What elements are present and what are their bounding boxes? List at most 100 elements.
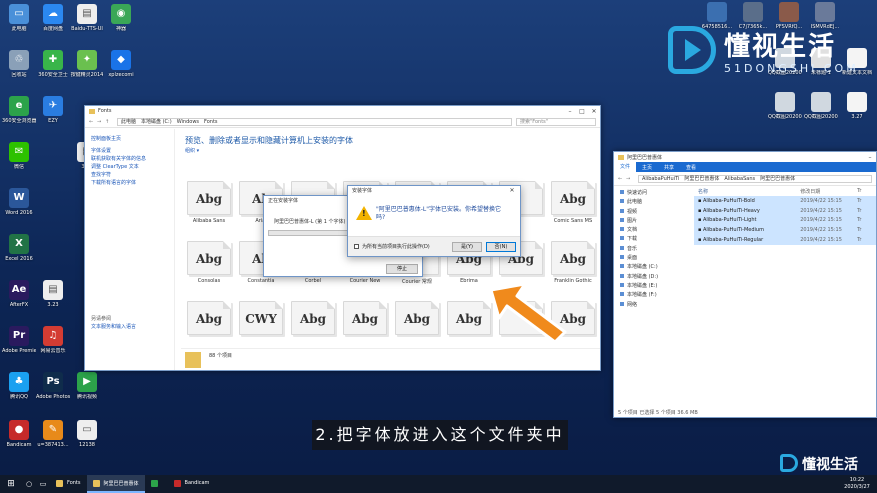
font-tile[interactable]: Abg (185, 301, 233, 338)
desktop-icon[interactable]: ◆ xplzecomi (104, 50, 138, 90)
sidebar-link[interactable]: 文本服务和输入语言 (91, 323, 174, 331)
desktop-icon[interactable]: Pr Adobe Premiere (2, 326, 36, 366)
nav-item[interactable]: 快速访问 (620, 189, 692, 198)
desktop-icon[interactable]: ✎ u=387413... (36, 420, 70, 460)
stop-button[interactable]: 停止 (386, 264, 418, 274)
tab-view[interactable]: 查看 (680, 164, 702, 171)
column-type[interactable]: Tr (857, 188, 876, 194)
taskbar-item[interactable] (145, 475, 168, 493)
breadcrumb-item[interactable]: 此电脑 (121, 118, 136, 125)
taskbar-item[interactable]: 阿里巴巴普惠体 (86, 475, 145, 493)
desktop-icon[interactable]: ♫ 网易云音乐 (36, 326, 70, 366)
nav-item[interactable]: 本地磁盘 (D:) (620, 273, 692, 282)
nav-item[interactable]: 此电脑 (620, 198, 692, 207)
desktop-icon[interactable]: ▤ 3.23 (36, 280, 70, 320)
sidebar-link[interactable]: 下载所有语言的字体 (91, 179, 174, 187)
nav-item[interactable]: 视频 (620, 208, 692, 217)
font-tile[interactable]: Abg Franklin Gothic (549, 241, 597, 284)
desktop-icon[interactable]: W Word 2016 (2, 188, 36, 228)
search-icon[interactable]: ○ (22, 480, 36, 488)
desktop-icon[interactable]: ♣ 腾讯QQ (2, 372, 36, 412)
task-view-icon[interactable]: ▭ (36, 480, 50, 488)
windows-start-icon[interactable]: ⊞ (0, 479, 22, 489)
desktop-icon[interactable]: ✈ EZY (36, 96, 70, 136)
sidebar-link[interactable]: 字体设置 (91, 147, 174, 155)
tab-home[interactable]: 主页 (636, 164, 658, 171)
desktop-icon[interactable]: ✦ 按键精灵2014 (70, 50, 104, 90)
desktop-icon[interactable]: QQ截图20200327... (804, 92, 838, 132)
table-row[interactable]: ▪ Alibaba-PuHuiTi-Medium 2019/4/22 15:15 T… (694, 225, 876, 236)
explorer-window[interactable]: 阿里巴巴普惠体 – 文件 主页 共享 查看 ← → AlibabaPuHuiTi… (613, 151, 877, 418)
desktop-icon[interactable]: ✚ 360安全卫士 (36, 50, 70, 90)
nav-item[interactable]: 本地磁盘 (F:) (620, 291, 692, 300)
maximize-button[interactable]: □ (576, 108, 588, 115)
back-arrow-icon[interactable]: ← (89, 119, 97, 125)
desktop-icon[interactable]: ♲ 回收站 (2, 50, 36, 90)
breadcrumb-item[interactable]: Fonts (204, 119, 218, 125)
search-input[interactable]: 搜索"Fonts" (516, 117, 596, 126)
desktop-icon[interactable]: ▭ 此电脑 (2, 4, 36, 44)
column-date[interactable]: 修改日期 (800, 188, 857, 195)
desktop-icon[interactable]: X Excel 2016 (2, 234, 36, 274)
sidebar-link[interactable]: 查找字符 (91, 171, 174, 179)
organize-menu[interactable]: 组织 ▾ (181, 147, 600, 157)
yes-button[interactable]: 是(Y) (452, 242, 482, 252)
taskbar-item[interactable]: Fonts (50, 475, 87, 493)
tab-file[interactable]: 文件 (614, 162, 637, 172)
up-arrow-icon[interactable]: ↑ (105, 119, 113, 125)
minimize-button[interactable]: – (864, 154, 876, 161)
font-tile[interactable]: CWY (237, 301, 285, 338)
nav-item[interactable]: 下载 (620, 235, 692, 244)
breadcrumb-item[interactable]: 阿里巴巴普惠体 (684, 175, 719, 182)
desktop-icon[interactable]: QQ截图20200327... (768, 92, 802, 132)
address-bar[interactable]: AlibabaPuHuiTi 阿里巴巴普惠体 AlibabaSans 阿里巴巴普… (638, 174, 872, 183)
fonts-titlebar[interactable]: Fonts – □ ✕ (85, 106, 600, 116)
font-tile[interactable]: Abg Alibaba Sans (185, 181, 233, 224)
nav-item[interactable]: 文档 (620, 226, 692, 235)
minimize-button[interactable]: – (564, 108, 576, 115)
font-tile[interactable]: Abg Comic Sans MS (549, 181, 597, 224)
desktop-icon[interactable]: ☁ 百度网盘 (36, 4, 70, 44)
font-tile[interactable]: Abg (393, 301, 441, 338)
font-tile[interactable]: Abg (341, 301, 389, 338)
sidebar-link[interactable]: 控制面板主页 (91, 135, 174, 143)
nav-item[interactable]: 本地磁盘 (E:) (620, 282, 692, 291)
no-button[interactable]: 否(N) (486, 242, 516, 252)
desktop-icon[interactable]: ● Bandicam (2, 420, 36, 460)
table-row[interactable]: ▪ Alibaba-PuHuiTi-Light 2019/4/22 15:15 Tr (694, 215, 876, 226)
address-bar[interactable]: 此电脑 本地磁盘 (C:) Windows Fonts (117, 117, 512, 126)
back-arrow-icon[interactable]: ← (618, 176, 626, 182)
nav-item[interactable]: 图片 (620, 217, 692, 226)
forward-arrow-icon[interactable]: → (626, 176, 634, 182)
nav-item[interactable]: 网络 (620, 301, 692, 310)
install-font-dialog[interactable]: 安装字体 ✕ "阿里巴巴普惠体-L"字体已安装。你希望替换它吗? 为所有当前项目… (347, 185, 521, 257)
desktop-icon[interactable]: ▶ 腾讯视频 (70, 372, 104, 412)
close-button[interactable]: ✕ (588, 108, 600, 115)
explorer-titlebar[interactable]: 阿里巴巴普惠体 – (614, 152, 876, 162)
close-icon[interactable]: ✕ (506, 187, 518, 194)
font-tile[interactable]: Abg (289, 301, 337, 338)
breadcrumb-item[interactable]: AlibabaSans (724, 176, 755, 182)
font-tile[interactable]: Abg Consolas (185, 241, 233, 284)
table-row[interactable]: ▪ Alibaba-PuHuiTi-Bold 2019/4/22 15:15 Tr (694, 196, 876, 206)
breadcrumb-item[interactable]: 阿里巴巴普惠体 (760, 175, 795, 182)
desktop-icon[interactable]: ▭ 12138 (70, 420, 104, 460)
desktop-icon[interactable]: e 360安全浏览器 (2, 96, 36, 136)
forward-arrow-icon[interactable]: → (97, 119, 105, 125)
desktop-icon[interactable]: Ae AfterFX (2, 280, 36, 320)
nav-item[interactable]: 音乐 (620, 245, 692, 254)
desktop-icon[interactable]: Ps Adobe Photosh... (36, 372, 70, 412)
taskbar-item[interactable]: Bandicam (168, 475, 216, 493)
breadcrumb-item[interactable]: 本地磁盘 (C:) (141, 118, 172, 125)
sidebar-link[interactable]: 联机获取有关字体的信息 (91, 155, 174, 163)
column-name[interactable]: 名称 (694, 188, 800, 195)
tab-share[interactable]: 共享 (658, 164, 680, 171)
breadcrumb-item[interactable]: Windows (177, 119, 199, 125)
table-row[interactable]: ▪ Alibaba-PuHuiTi-Regular 2019/4/22 15:15… (694, 235, 876, 245)
system-clock[interactable]: 10:22 2020/3/27 (837, 477, 877, 491)
desktop-icon[interactable]: ▤ Baidu-TTS-UI (70, 4, 104, 44)
nav-item[interactable]: 桌面 (620, 254, 692, 263)
apply-all-checkbox[interactable] (354, 244, 359, 249)
sidebar-link[interactable]: 调整 ClearType 文本 (91, 163, 174, 171)
nav-item[interactable]: 本地磁盘 (C:) (620, 263, 692, 272)
